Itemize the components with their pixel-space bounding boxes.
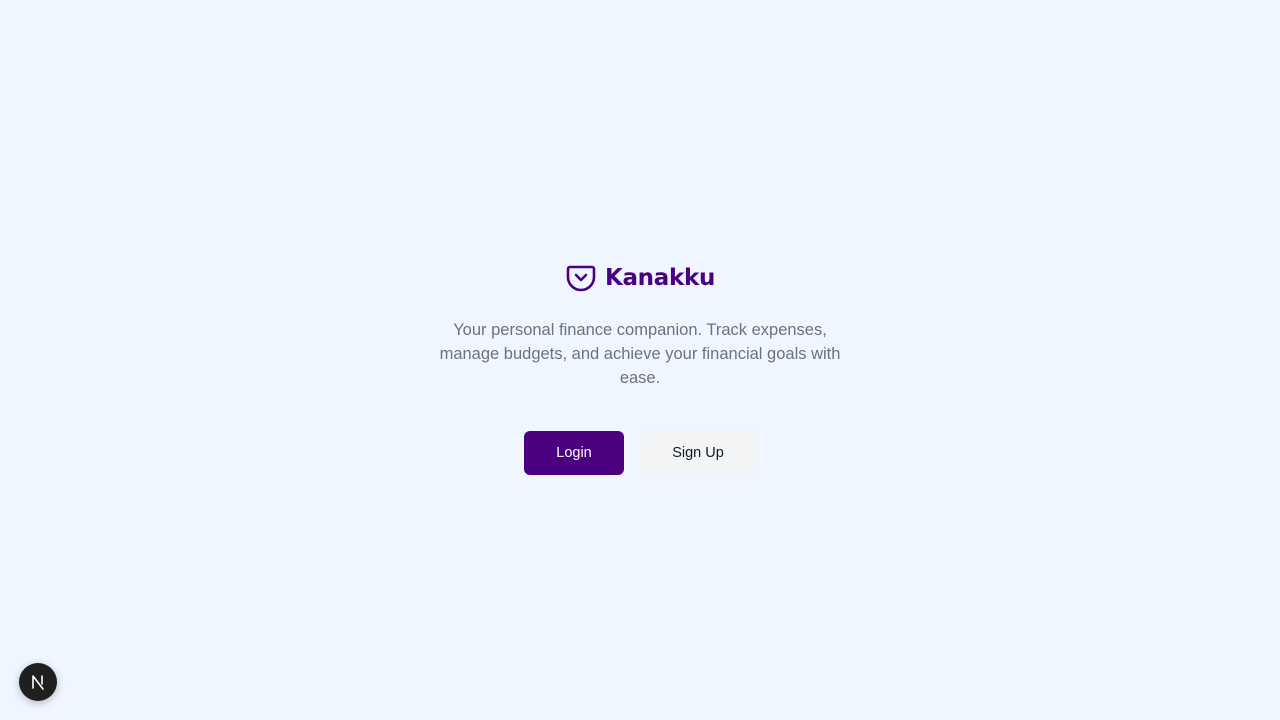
- auth-actions: Login Sign Up: [524, 430, 756, 475]
- pocket-icon: [566, 265, 596, 292]
- hero-section: Kanakku Your personal finance companion.…: [0, 262, 1280, 475]
- signup-button[interactable]: Sign Up: [640, 430, 756, 475]
- nextjs-logo-icon: [32, 675, 44, 690]
- nextjs-dev-indicator[interactable]: [19, 663, 57, 701]
- hero-tagline: Your personal finance companion. Track e…: [439, 321, 841, 387]
- brand-logo: Kanakku: [565, 262, 715, 294]
- landing-page: Kanakku Your personal finance companion.…: [0, 0, 1280, 720]
- login-button[interactable]: Login: [524, 430, 624, 475]
- brand-name: Kanakku: [604, 265, 716, 291]
